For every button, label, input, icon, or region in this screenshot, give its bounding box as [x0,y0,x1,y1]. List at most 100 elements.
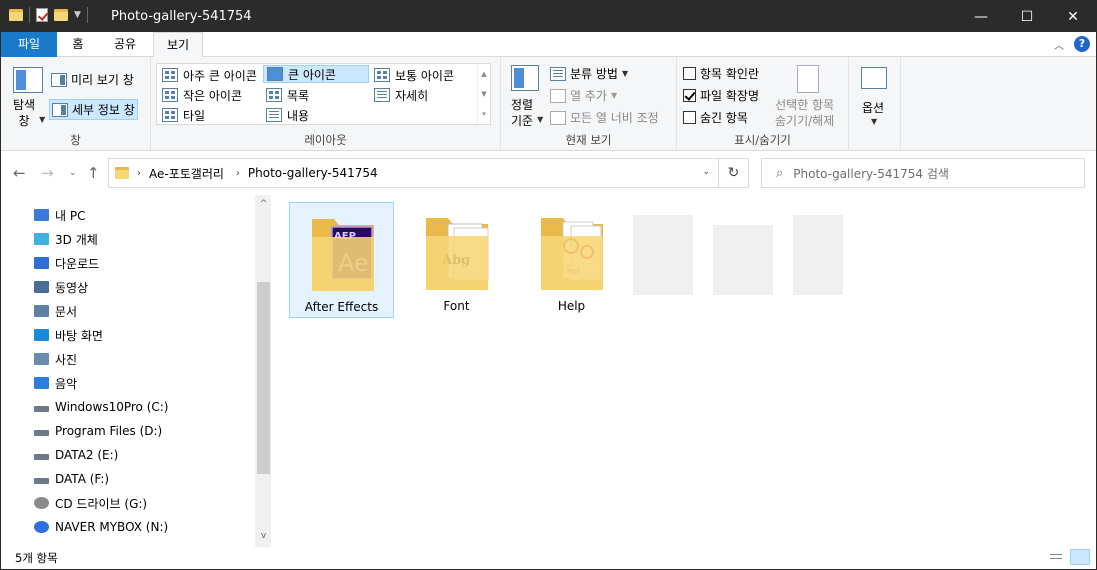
help-icon[interactable]: ? [1074,36,1090,52]
file-view: AEPAe After Effects Abg Font PDF Help [273,195,1096,547]
document-icon [34,305,49,317]
layout-label: 자세히 [395,88,429,103]
drive-icon [34,478,49,484]
tab-share[interactable]: 공유 [101,32,149,57]
nav-item[interactable]: 다운로드 [34,253,99,273]
item-checkboxes-label: 항목 확인란 [700,67,760,81]
add-columns-label: 열 추가 [570,89,607,103]
naver-mybox-icon [34,521,49,533]
nav-item[interactable]: DATA (F:) [34,469,109,489]
folder-name: Font [443,299,470,313]
layout-gallery-scroller[interactable]: ▲ ▼ ▾ [477,64,490,124]
ribbon-tabs: 파일 홈 공유 보기 ︿ ? [1,32,1096,58]
recent-locations-chevron-icon[interactable]: ⌄ [69,168,77,178]
maximize-button[interactable]: ☐ [1004,1,1050,32]
folder-item[interactable]: PDF Help [519,202,624,318]
collapse-ribbon-icon[interactable]: ︿ [1054,37,1064,52]
preview-pane-label: 미리 보기 창 [71,73,134,87]
sort-by-label: 정렬 기준 [511,98,534,128]
breadcrumb-item[interactable]: Photo-gallery-541754 [248,166,378,180]
nav-item[interactable]: 바탕 화면 [34,325,103,345]
properties-icon[interactable] [36,8,48,22]
nav-item[interactable]: 내 PC [34,205,85,225]
layout-small-icons[interactable]: 작은 아이콘 [159,86,245,104]
tab-view[interactable]: 보기 [153,32,203,58]
nav-item[interactable]: 동영상 [34,277,88,297]
item-checkboxes-checkbox[interactable] [683,67,696,80]
close-button[interactable]: ✕ [1050,1,1096,32]
minimize-button[interactable]: — [958,1,1004,32]
group-by-button[interactable]: 분류 방법 ▼ [550,65,628,82]
options-chevron-icon[interactable]: ▼ [871,117,877,126]
details-icon [374,88,390,102]
forward-arrow-icon[interactable]: → [41,164,54,182]
nav-item[interactable]: DATA2 (E:) [34,445,118,465]
nav-scrollbar[interactable]: ^ v [255,195,271,547]
folder-item[interactable]: Abg Font [404,202,509,318]
folder-name: Help [557,299,586,313]
group-by-label: 분류 방법 [570,67,618,81]
tab-home[interactable]: 홈 [59,32,97,57]
customize-qat-chevron-icon[interactable]: ▼ [74,10,81,20]
nav-item[interactable]: 사진 [34,349,77,369]
nav-item[interactable]: CD 드라이브 (G:) [34,493,147,513]
hidden-items-toggle[interactable]: 숨긴 항목 [683,109,748,126]
add-columns-button[interactable]: 열 추가 ▼ [550,87,617,104]
drive-icon [34,454,49,460]
nav-item-label: Windows10Pro (C:) [55,400,169,414]
layout-label: 타일 [183,108,206,123]
layout-group-label: 레이아웃 [304,133,347,147]
nav-item[interactable]: Program Files (D:) [34,421,162,441]
layout-list[interactable]: 목록 [263,86,312,104]
tab-file[interactable]: 파일 [1,32,57,57]
up-arrow-icon[interactable]: ↑ [87,164,100,182]
nav-item[interactable]: 문서 [34,301,77,321]
hidden-items-label: 숨긴 항목 [700,111,748,125]
large-icons-view-icon[interactable] [1070,549,1090,565]
details-pane-icon [52,102,68,117]
preview-pane-button[interactable]: 미리 보기 창 [51,71,134,88]
file-extensions-toggle[interactable]: 파일 확장명 [683,87,759,104]
back-arrow-icon[interactable]: ← [13,164,26,182]
layout-large-icons[interactable]: 큰 아이콘 [263,65,369,83]
file-extensions-checkbox[interactable] [683,89,696,102]
breadcrumb-separator[interactable]: › [137,168,141,179]
details-pane-button[interactable]: 세부 정보 창 [49,99,138,120]
nav-item[interactable]: Windows10Pro (C:) [34,397,168,417]
breadcrumb-separator[interactable]: › [236,168,240,179]
size-all-columns-button[interactable]: 모든 열 너비 조정 [550,109,659,126]
nav-item[interactable]: 음악 [34,373,77,393]
hidden-items-checkbox[interactable] [683,111,696,124]
search-input[interactable]: ⌕ Photo-gallery-541754 검색 [761,158,1085,188]
layout-extra-large-icons[interactable]: 아주 큰 아이콘 [159,66,260,84]
nav-scroll-thumb[interactable] [257,282,270,474]
layout-label: 작은 아이콘 [183,88,243,103]
address-bar[interactable]: › Ae-포토갤러리 › Photo-gallery-541754 ⌄ ↻ [108,158,749,188]
navigation-pane: 내 PC 3D 개체다운로드동영상문서바탕 화면사진음악 Windows10Pro … [1,195,271,547]
scroll-down-icon[interactable]: v [257,531,270,541]
refresh-icon[interactable]: ↻ [718,159,748,187]
hide-selected-button[interactable]: 선택한 항목 숨기기/해제 [775,97,834,129]
breadcrumb-item[interactable]: Ae-포토갤러리 [149,165,224,182]
nav-item[interactable]: NAVER MYBOX (N:) [34,517,168,537]
options-button[interactable]: 옵션 [862,99,884,116]
folder-item[interactable]: AEPAe After Effects [289,202,394,318]
navigation-pane-button[interactable]: 탐색 창 ▼ [13,97,45,129]
layout-details[interactable]: 자세히 [371,86,431,104]
layout-tiles[interactable]: 타일 [159,106,208,124]
file-extensions-label: 파일 확장명 [700,89,760,103]
layout-medium-icons[interactable]: 보통 아이콘 [371,66,457,84]
address-history-chevron-icon[interactable]: ⌄ [702,167,710,177]
scroll-up-icon[interactable]: ^ [257,199,270,209]
folder-icon: PDF [541,218,603,290]
layout-content[interactable]: 내용 [263,106,312,124]
nav-item[interactable]: 3D 개체 [34,229,98,249]
current-view-group: 정렬 기준 ▼ 분류 방법 ▼ 열 추가 ▼ 모든 열 너비 조정 현재 보기 [501,57,677,151]
layout-label: 큰 아이콘 [288,67,336,82]
new-folder-icon[interactable] [54,9,68,21]
sort-by-button[interactable]: 정렬 기준 ▼ [511,97,543,129]
item-checkboxes-toggle[interactable]: 항목 확인란 [683,65,759,82]
quick-access-toolbar: ▼ [9,7,88,23]
details-view-icon[interactable] [1046,549,1066,565]
navigation-pane-icon [13,67,43,93]
